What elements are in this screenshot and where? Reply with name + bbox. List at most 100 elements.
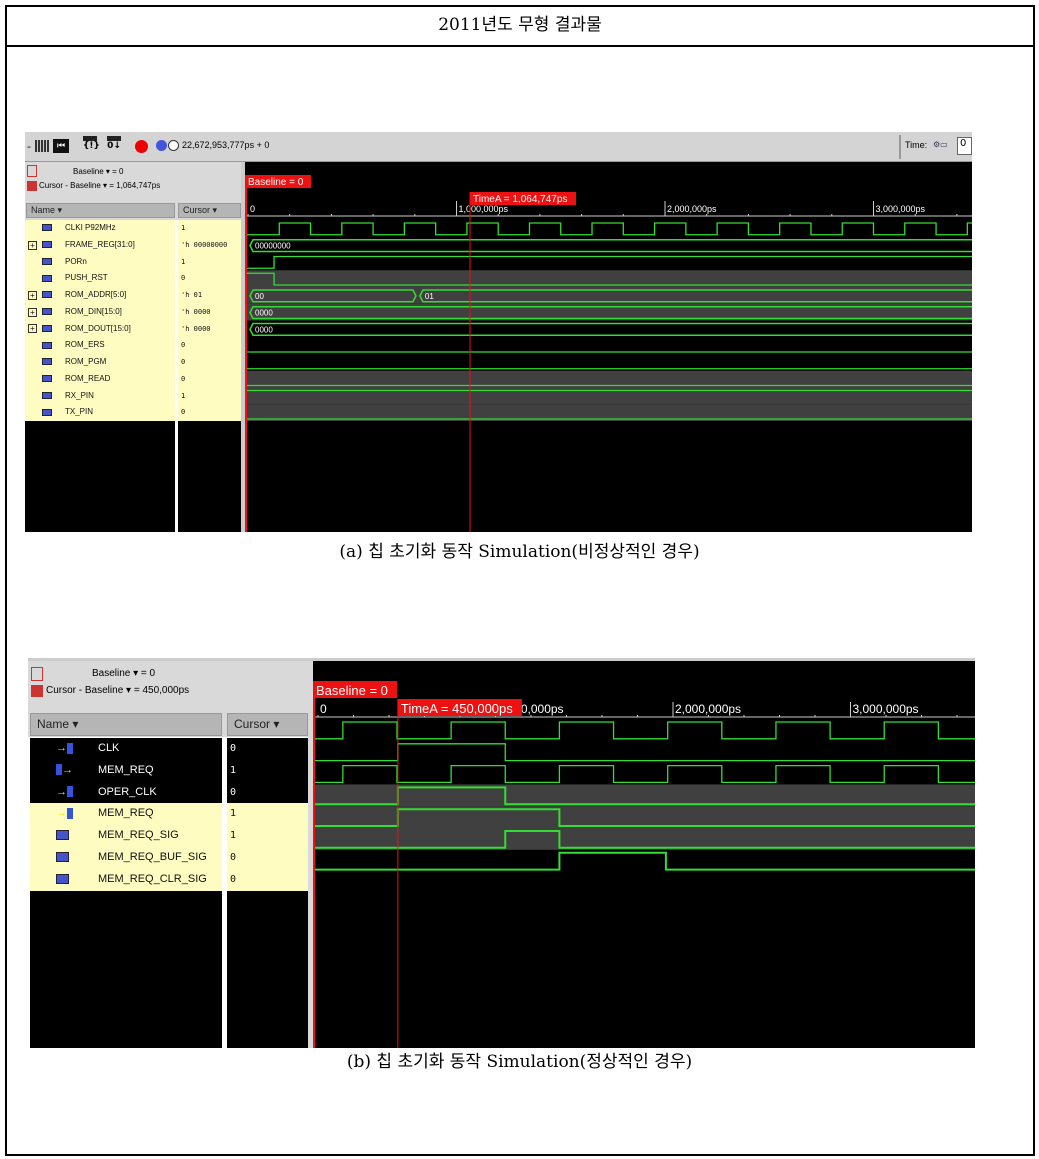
zoom-fit-icon[interactable]	[35, 140, 49, 152]
signal-icon	[42, 388, 52, 405]
signal-row[interactable]: PORn	[25, 254, 175, 271]
signal-cursor-value: 0	[178, 270, 241, 287]
signal-row[interactable]: + ROM_DIN[15:0]	[25, 304, 175, 321]
signal-name: ROM_ADDR[5:0]	[65, 290, 127, 299]
signal-icon	[42, 337, 52, 354]
clock-icon[interactable]	[168, 140, 179, 151]
baseline-value[interactable]: Baseline ▾ = 0	[73, 167, 124, 176]
signal-name: ROM_READ	[65, 373, 111, 383]
signal-row[interactable]: → MEM_REQ	[30, 759, 222, 782]
signal-icon	[42, 237, 52, 254]
signal-cursor-value: 'h 0000	[178, 320, 241, 338]
baseline-marker: Baseline = 0	[316, 683, 388, 698]
waveform-area[interactable]: 0 1,000,000ps 2,000,000ps 3,000,000psBaseli…	[313, 661, 975, 1048]
bus-value: 00	[255, 292, 264, 301]
cursor-baseline-value[interactable]: Cursor - Baseline ▾ = 1,064,747ps	[39, 181, 160, 190]
signal-cursor-value: 'h 01	[178, 287, 241, 304]
expand-icon[interactable]: +	[28, 290, 37, 300]
signal-row[interactable]: ROM_PGM	[25, 354, 175, 371]
time-input[interactable]: 0	[957, 137, 972, 155]
baseline-panel: Baseline ▾ = 0 Cursor - Baseline ▾ = 1,0…	[25, 162, 245, 202]
signal-row[interactable]: ROM_READ	[25, 371, 175, 388]
bus-value: 0000	[255, 309, 273, 318]
cursor-column-header[interactable]: Cursor ▾	[227, 713, 308, 736]
input-port-icon: →	[56, 782, 73, 804]
cursor-baseline-value[interactable]: Cursor - Baseline ▾ = 450,000ps	[46, 685, 189, 696]
signal-cursor-value: 0	[178, 337, 241, 354]
signal-row[interactable]: ROM_ERS	[25, 337, 175, 354]
step-back-icon[interactable]: {!}	[83, 136, 100, 156]
document-title: 2011년도 무형 결과물	[5, 5, 1035, 47]
expand-icon[interactable]: +	[28, 324, 37, 334]
signal-row[interactable]: → OPER_CLK	[30, 781, 222, 804]
signal-cursor-value: 0	[227, 738, 308, 760]
tick-label: 2,000,000ps	[675, 702, 741, 716]
tick-label: 3,000,000ps	[853, 702, 919, 716]
signal-icon	[42, 220, 52, 237]
sync-icon[interactable]	[156, 140, 167, 151]
signal-row[interactable]: + ROM_DOUT[15:0]	[25, 321, 175, 338]
caption-a: (a) 칩 초기화 동작 Simulation(비정상적인 경우)	[339, 542, 700, 562]
signal-icon	[42, 371, 52, 388]
cursor-column-header[interactable]: Cursor ▾	[178, 203, 241, 218]
signal-row[interactable]: MEM_REQ_BUF_SIG	[30, 847, 222, 869]
signal-row[interactable]: RX_PIN	[25, 388, 175, 405]
signal-row[interactable]: + ROM_ADDR[5:0]	[25, 287, 175, 304]
signal-cursor-value: 'h 0000	[178, 303, 241, 321]
toolbar-overflow[interactable]: -	[27, 140, 31, 153]
signal-cursor-value: 1	[178, 253, 241, 271]
input-port-icon: →	[56, 803, 73, 825]
expand-icon[interactable]: +	[28, 240, 37, 250]
signal-name: PORn	[65, 256, 87, 266]
tick-label: 3,000,000ps	[876, 204, 926, 214]
time-label: Time:	[905, 140, 928, 150]
signal-cursor-value: 1	[227, 825, 308, 847]
signal-row[interactable]: → MEM_REQ	[30, 803, 222, 826]
signal-icon	[42, 404, 52, 421]
rewind-icon[interactable]: ⏮	[53, 139, 69, 153]
waveform-background	[245, 162, 972, 532]
signal-row[interactable]: → CLK	[30, 738, 222, 760]
expand-icon[interactable]: +	[28, 307, 37, 317]
signal-name: MEM_REQ_SIG	[98, 829, 179, 842]
signal-row[interactable]: CLKI P92MHz	[25, 220, 175, 237]
signal-icon	[42, 287, 52, 304]
toolbar: - ⏮ {!} 0↓ 22,672,953,777ps + 0 Time: ⚙▭…	[25, 132, 972, 162]
time-readout: 22,672,953,777ps + 0	[182, 140, 270, 150]
baseline-marker: Baseline = 0	[248, 177, 304, 188]
signal-name: ROM_DOUT[15:0]	[65, 323, 131, 333]
signal-name: ROM_PGM	[65, 357, 107, 366]
signal-name: RX_PIN	[65, 390, 94, 400]
signal-name: CLKI P92MHz	[65, 223, 116, 232]
signal-row[interactable]: + FRAME_REG[31:0]	[25, 237, 175, 254]
signal-name: CLK	[98, 742, 120, 754]
signal-cursor-value: 0	[178, 370, 241, 388]
baseline-icon[interactable]	[31, 667, 43, 681]
signal-icon	[42, 321, 52, 338]
time-unit-icon[interactable]: ⚙▭	[933, 140, 955, 152]
signal-name: PUSH_RST	[65, 273, 108, 283]
signal-row[interactable]: MEM_REQ_CLR_SIG	[30, 868, 222, 891]
row-shade	[313, 828, 975, 850]
name-column-header[interactable]: Name ▾	[30, 713, 222, 736]
step-forward-icon[interactable]: 0↓	[107, 136, 121, 156]
signal-row[interactable]: PUSH_RST	[25, 270, 175, 287]
signal-icon	[42, 354, 52, 371]
name-column-header[interactable]: Name ▾	[26, 203, 175, 218]
timea-marker: TimeA = 450,000ps	[401, 701, 513, 716]
record-icon[interactable]	[135, 140, 148, 153]
bus-value: 0000	[255, 325, 273, 334]
signal-cursor-value: 0	[178, 354, 241, 371]
waveform-area[interactable]: 0 1,000,000ps 2,000,000ps 3,000,000ps000000…	[245, 162, 972, 532]
signal-row[interactable]: MEM_REQ_SIG	[30, 825, 222, 847]
tick-label: 0	[320, 702, 327, 716]
signal-cursor-value: 1	[227, 803, 308, 826]
signal-icon	[56, 825, 69, 847]
signal-row[interactable]: TX_PIN	[25, 404, 175, 421]
baseline-value[interactable]: Baseline ▾ = 0	[92, 668, 155, 679]
baseline-icon[interactable]	[27, 165, 37, 177]
signal-cursor-value: 'h 00000000	[178, 236, 241, 254]
signal-icon	[42, 254, 52, 271]
signal-cursor-value: 0	[227, 868, 308, 891]
signal-cursor-value: 0	[178, 404, 241, 421]
